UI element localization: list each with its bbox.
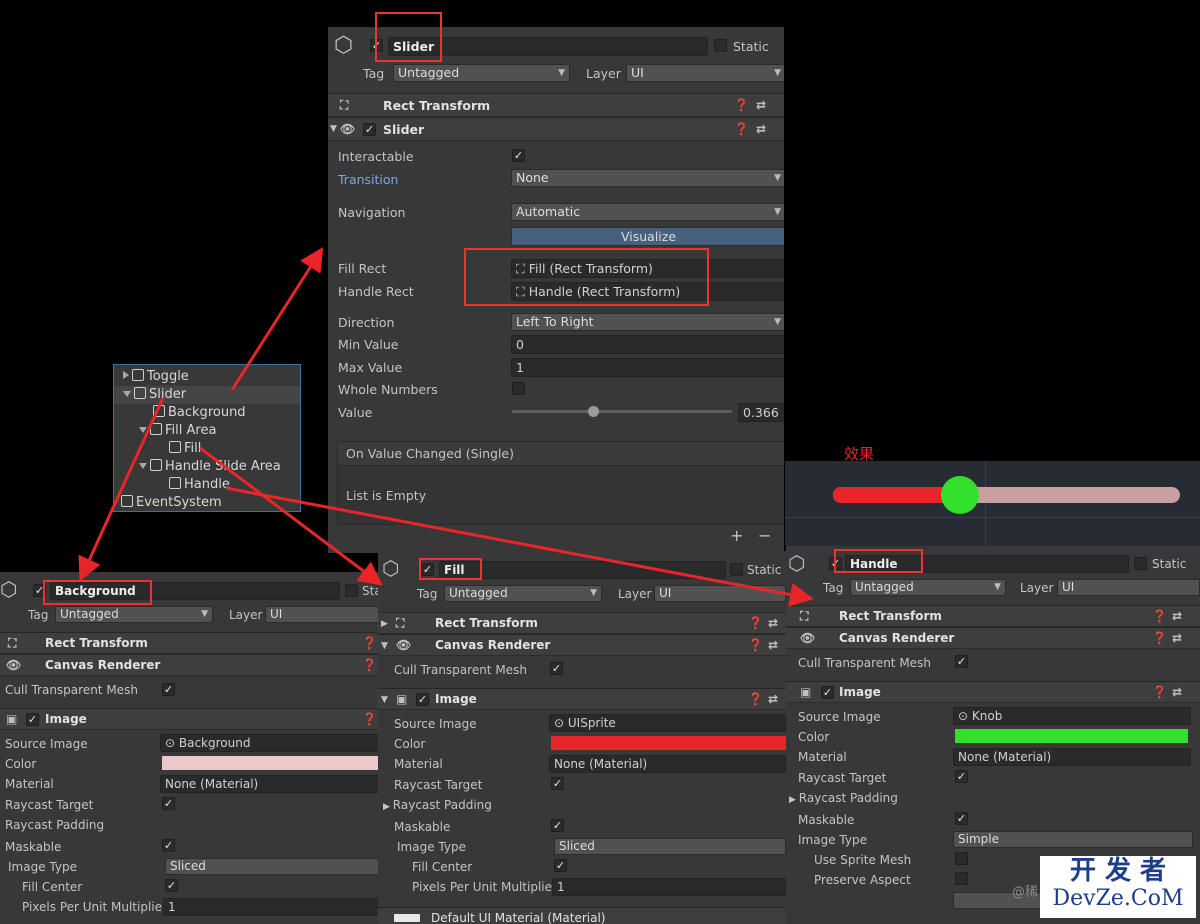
arrow-to-handle xyxy=(225,486,814,607)
arrow-to-fill xyxy=(199,446,383,586)
arrow-to-slider xyxy=(230,246,324,391)
arrow-to-background xyxy=(78,397,165,582)
annotation-arrows xyxy=(78,246,814,607)
